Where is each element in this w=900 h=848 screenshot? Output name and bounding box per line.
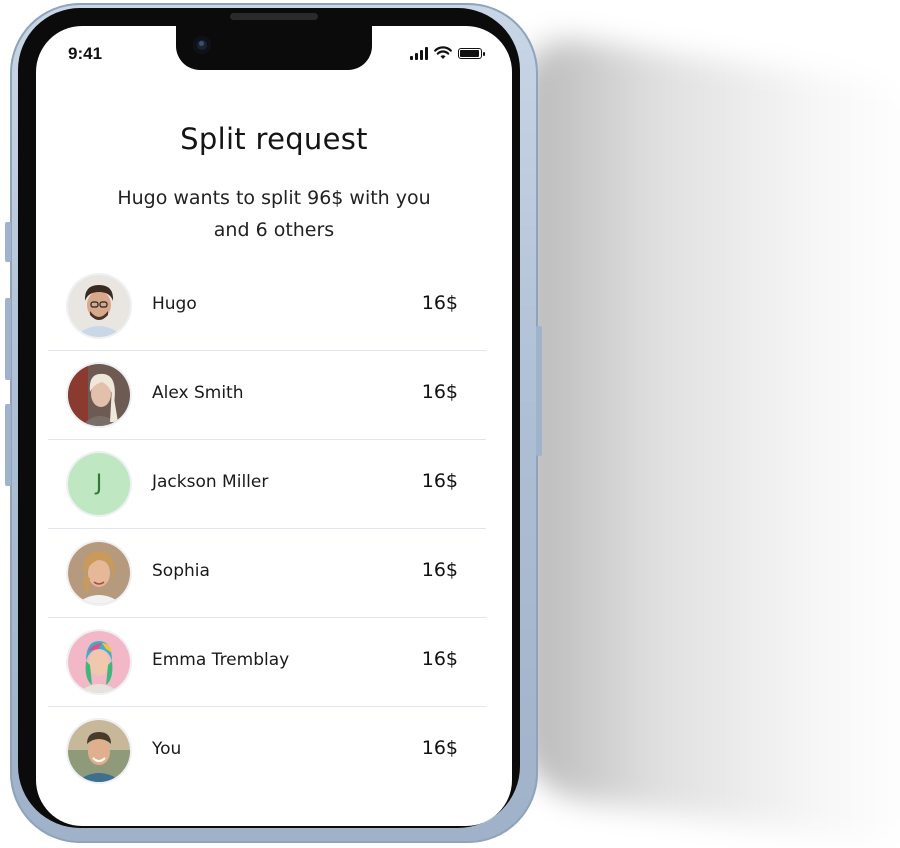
earpiece-speaker [230,13,318,20]
avatar [68,275,130,337]
participant-row[interactable]: Emma Tremblay 16$ [48,618,486,707]
participant-name: Emma Tremblay [152,650,290,670]
participant-name: Sophia [152,561,210,581]
split-description-line1: Hugo wants to split 96$ with you [117,187,431,209]
participant-row[interactable]: Hugo 16$ [48,262,486,351]
participant-row[interactable]: Sophia 16$ [48,529,486,618]
phone-shadow [520,31,900,848]
participant-name: Jackson Miller [152,472,269,492]
wifi-icon [434,46,452,59]
split-description: Hugo wants to split 96$ with you and 6 o… [80,182,468,246]
participant-amount: 16$ [421,381,458,403]
avatar [68,542,130,604]
volume-up-button [5,298,11,380]
participant-amount: 16$ [421,292,458,314]
participant-row[interactable]: J Jackson Miller 16$ [48,440,486,529]
split-description-line2: and 6 others [213,219,335,241]
page-title: Split request [180,122,368,156]
status-icons [410,46,485,60]
participant-amount: 16$ [421,470,458,492]
participant-name: Hugo [152,294,197,314]
front-camera-icon [193,36,211,54]
avatar-initial: J [68,453,130,515]
avatar [68,364,130,426]
participant-amount: 16$ [421,559,458,581]
power-button [536,326,542,456]
volume-down-button [5,404,11,486]
battery-icon [458,47,485,59]
participant-amount: 16$ [421,737,458,759]
avatar [68,720,130,782]
avatar [68,631,130,693]
participant-row[interactable]: You 16$ [48,707,486,795]
signal-icon [410,46,428,60]
participant-name: You [152,739,182,759]
mute-switch [5,222,11,262]
participant-row[interactable]: Alex Smith 16$ [48,351,486,440]
participant-amount: 16$ [421,648,458,670]
status-time: 9:41 [68,44,103,63]
participant-name: Alex Smith [152,383,244,403]
participant-list: Hugo 16$ Alex Smith 16$ J Jackson Miller… [48,262,486,795]
